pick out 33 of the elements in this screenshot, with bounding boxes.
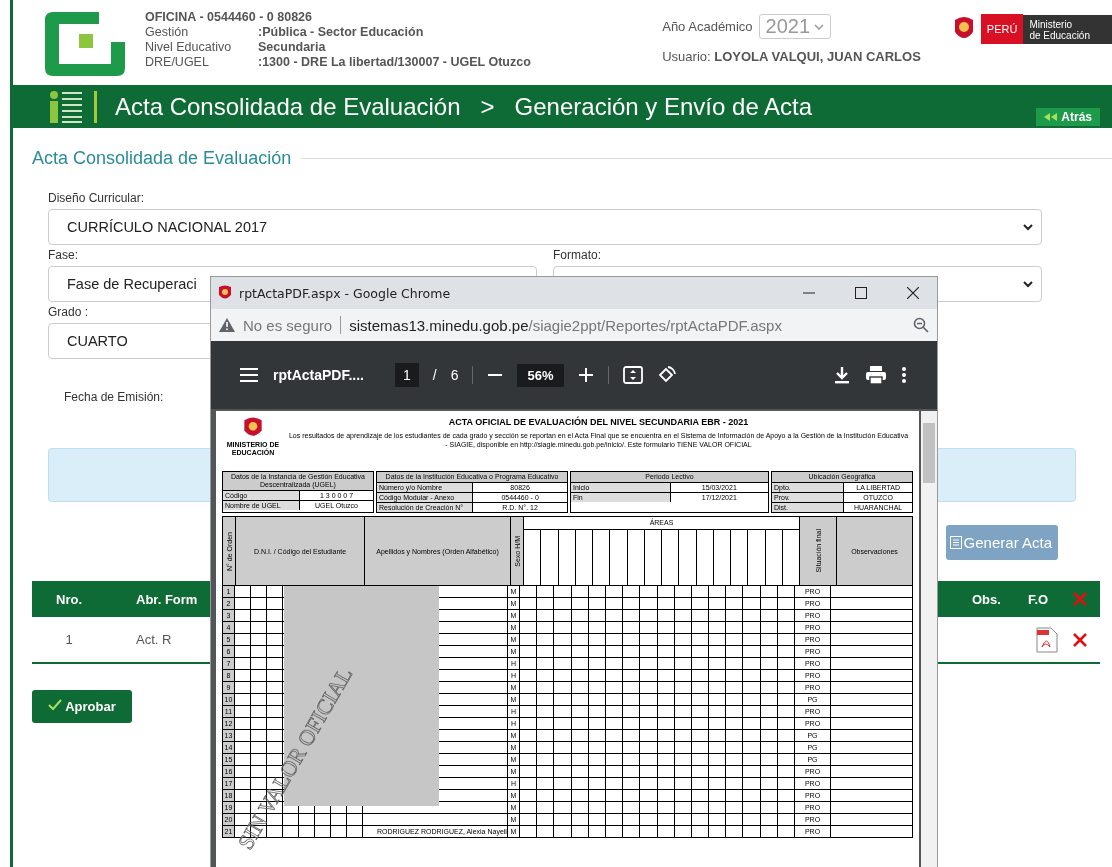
user-label: Usuario: bbox=[662, 49, 711, 64]
column-header: Obs. bbox=[972, 591, 1002, 607]
field-label: Fecha de Emisión: bbox=[64, 390, 165, 404]
breadcrumb-title: Acta Consolidada de Evaluación bbox=[115, 92, 461, 121]
field-label: Diseño Curricular: bbox=[48, 191, 146, 205]
security-label: No es seguro bbox=[243, 316, 333, 334]
user-name: LOYOLA VALQUI, JUAN CARLOS bbox=[714, 49, 921, 64]
info-value: Secundaria bbox=[258, 40, 326, 55]
info-value: :1300 - DRE La libertad/130007 - UGEL Otuzco bbox=[258, 55, 531, 70]
breadcrumb-title: Generación y Envío de Acta bbox=[514, 92, 813, 121]
year-label: Año Académico bbox=[662, 19, 753, 34]
field-label: Fase: bbox=[48, 248, 79, 262]
page-separator: / bbox=[432, 367, 437, 383]
office-title: OFICINA - 0544460 - 0 80826 bbox=[145, 10, 313, 25]
ministry-label: Ministerio de Educación bbox=[1023, 14, 1112, 44]
page-count: 6 bbox=[450, 367, 459, 383]
country-label: PERÚ bbox=[980, 14, 1024, 44]
column-header: Abr. Form bbox=[136, 591, 198, 607]
document-title: ACTA OFICIAL DE EVALUACIÓN DEL NIVEL SECUNDARIA EBR - 2021 bbox=[447, 417, 750, 427]
info-value: :Pública - Sector Educación bbox=[258, 25, 424, 40]
field-label: Formato: bbox=[553, 248, 602, 262]
window-title: rptActaPDF.aspx - Google Chrome bbox=[239, 285, 452, 301]
field-label: Grado : bbox=[48, 305, 90, 319]
info-label: Gestión bbox=[145, 25, 190, 40]
table-cell-text: 1 bbox=[64, 632, 74, 647]
breadcrumb-separator: > bbox=[480, 92, 495, 121]
column-header: F.O bbox=[1028, 591, 1050, 607]
info-label: DRE/UGEL bbox=[145, 55, 210, 70]
info-label: Nivel Educativo bbox=[145, 40, 233, 55]
section-title: Acta Consolidada de Evaluación bbox=[32, 148, 292, 169]
column-header: Nro. bbox=[55, 591, 83, 607]
table-cell: Act. R bbox=[136, 632, 172, 647]
file-name: rptActaPDF.... bbox=[273, 367, 365, 383]
